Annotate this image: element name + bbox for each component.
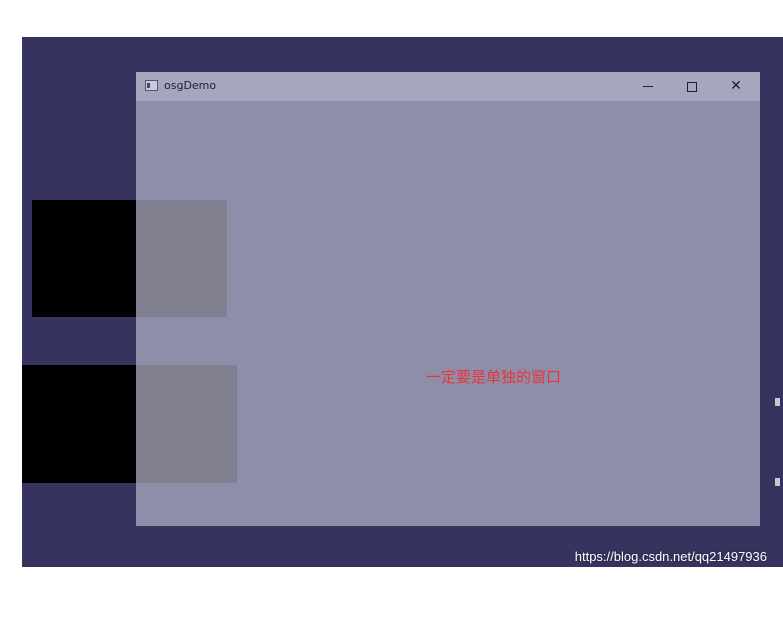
- watermark-url: https://blog.csdn.net/qq21497936: [574, 549, 767, 564]
- overlay-text: 一定要是单独的窗口: [426, 368, 562, 386]
- window-title: osgDemo: [164, 79, 217, 92]
- maximize-button[interactable]: [670, 72, 714, 101]
- app-window-icon: [145, 80, 158, 91]
- edge-fragment-upper: [775, 398, 780, 406]
- maximize-icon: [687, 81, 697, 92]
- minimize-button[interactable]: [626, 72, 670, 101]
- close-button[interactable]: ✕: [714, 72, 758, 101]
- edge-fragment-lower: [775, 478, 780, 486]
- desktop-background: osgDemo ✕ 一定要是单独的窗口 https://blog.csdn.ne…: [22, 37, 783, 567]
- window-titlebar[interactable]: osgDemo ✕: [136, 72, 760, 101]
- screenshot-stage: osgDemo ✕ 一定要是单独的窗口 https://blog.csdn.ne…: [0, 0, 783, 618]
- minimize-icon: [643, 86, 653, 87]
- osg-demo-window[interactable]: osgDemo ✕ 一定要是单独的窗口: [136, 72, 760, 526]
- close-icon: ✕: [730, 78, 742, 94]
